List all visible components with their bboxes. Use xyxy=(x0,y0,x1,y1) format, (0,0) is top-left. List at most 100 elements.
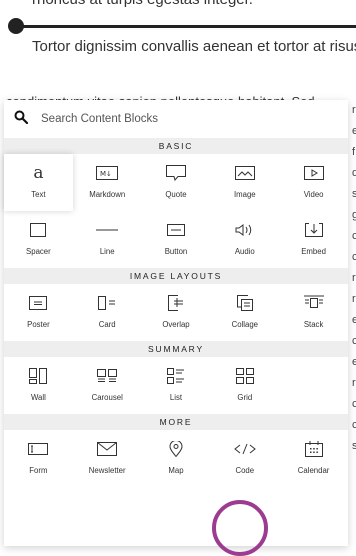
edge-char: s xyxy=(352,440,356,452)
search-input[interactable]: Search Content Blocks xyxy=(41,113,158,125)
block-button[interactable]: Button xyxy=(142,211,211,268)
block-label: Code xyxy=(235,466,255,475)
block-markdown[interactable]: M↓ Markdown xyxy=(73,154,142,211)
block-label: Overlap xyxy=(162,320,190,329)
edge-char: c xyxy=(352,335,356,347)
block-label: Button xyxy=(164,247,188,256)
edge-char: e xyxy=(352,125,356,137)
edge-char: r xyxy=(352,377,356,389)
block-label: Audio xyxy=(234,247,255,256)
list-icon xyxy=(166,368,185,384)
edge-char: e xyxy=(352,314,356,326)
block-label: Stack xyxy=(303,320,324,329)
block-label: Newsletter xyxy=(88,466,126,475)
basic-blocks-grid: a Text M↓ Markdown Quote Image Video Spa… xyxy=(4,154,348,268)
image-layouts-grid: Poster Card Overlap Collage Stack xyxy=(4,284,348,341)
block-text[interactable]: a Text xyxy=(4,154,73,211)
block-label: Wall xyxy=(30,393,46,402)
block-form[interactable]: Form xyxy=(4,430,73,487)
block-label: List xyxy=(169,393,183,402)
search-icon xyxy=(14,110,29,129)
video-icon xyxy=(303,165,324,181)
block-quote[interactable]: Quote xyxy=(142,154,211,211)
block-label: Quote xyxy=(165,190,187,199)
block-label: Poster xyxy=(27,320,50,329)
edge-char: r xyxy=(352,272,356,284)
block-code[interactable]: Code xyxy=(210,430,279,487)
more-grid: Form Newsletter Map Code Calendar xyxy=(4,430,348,487)
edge-char: c xyxy=(352,398,356,410)
svg-text:M↓: M↓ xyxy=(100,170,112,178)
block-label: Embed xyxy=(301,247,326,256)
block-list[interactable]: List xyxy=(142,357,211,414)
poster-icon xyxy=(29,295,48,311)
section-header-basic: BASIC xyxy=(4,138,348,154)
edge-char: c xyxy=(352,251,356,263)
map-pin-icon xyxy=(169,441,183,457)
block-calendar[interactable]: Calendar xyxy=(279,430,348,487)
card-icon xyxy=(98,295,116,311)
block-collage[interactable]: Collage xyxy=(210,284,279,341)
audio-icon xyxy=(235,222,255,238)
calendar-icon xyxy=(304,441,323,457)
background-text-line: Tortor dignissim convallis aenean et tor… xyxy=(32,38,356,55)
block-label: Image xyxy=(233,190,256,199)
section-header-more: MORE xyxy=(4,414,348,430)
line-icon xyxy=(96,222,119,238)
image-icon xyxy=(234,165,255,181)
button-icon xyxy=(166,222,185,238)
block-label: Markdown xyxy=(89,190,126,199)
block-wall[interactable]: Wall xyxy=(4,357,73,414)
timeline-bar xyxy=(14,25,356,28)
block-card[interactable]: Card xyxy=(73,284,142,341)
block-spacer[interactable]: Spacer xyxy=(4,211,73,268)
edge-char: r xyxy=(352,104,356,116)
block-label: Form xyxy=(29,466,48,475)
block-video[interactable]: Video xyxy=(279,154,348,211)
block-label: Card xyxy=(98,320,116,329)
carousel-icon xyxy=(97,368,118,384)
embed-icon xyxy=(304,222,323,238)
edge-char: f xyxy=(352,146,356,158)
search-bar[interactable]: Search Content Blocks xyxy=(4,100,348,138)
block-stack[interactable]: Stack xyxy=(279,284,348,341)
edge-char: e xyxy=(352,356,356,368)
background-text-line: rhoncus at turpis egestas integer. xyxy=(32,0,253,8)
block-image[interactable]: Image xyxy=(210,154,279,211)
block-audio[interactable]: Audio xyxy=(210,211,279,268)
summary-grid: Wall Carousel List Grid xyxy=(4,357,348,414)
block-label: Calendar xyxy=(297,466,330,475)
edge-char: c xyxy=(352,230,356,242)
newsletter-icon xyxy=(97,441,118,457)
section-header-summary: SUMMARY xyxy=(4,341,348,357)
block-label: Carousel xyxy=(91,393,123,402)
stack-icon xyxy=(303,295,324,311)
content-block-picker: Search Content Blocks BASIC a Text M↓ Ma… xyxy=(4,100,348,546)
collage-icon xyxy=(236,295,253,311)
text-a-icon: a xyxy=(33,163,44,183)
overlap-icon xyxy=(167,295,184,311)
block-map[interactable]: Map xyxy=(142,430,211,487)
quote-icon xyxy=(165,165,186,181)
section-header-image-layouts: IMAGE LAYOUTS xyxy=(4,268,348,284)
block-grid[interactable]: Grid xyxy=(210,357,279,414)
spacer-icon xyxy=(30,222,47,238)
block-label: Line xyxy=(99,247,115,256)
block-overlap[interactable]: Overlap xyxy=(142,284,211,341)
background-text-edge: r e f d s g c c r r e c e r c c s xyxy=(352,100,356,457)
edge-char: r xyxy=(352,293,356,305)
wall-icon xyxy=(29,368,48,384)
block-embed[interactable]: Embed xyxy=(279,211,348,268)
block-label: Spacer xyxy=(26,247,51,256)
block-label: Collage xyxy=(231,320,259,329)
code-icon xyxy=(233,441,256,457)
form-icon xyxy=(28,441,49,457)
markdown-icon: M↓ xyxy=(96,165,119,181)
block-poster[interactable]: Poster xyxy=(4,284,73,341)
edge-char: s xyxy=(352,188,356,200)
block-newsletter[interactable]: Newsletter xyxy=(73,430,142,487)
block-carousel[interactable]: Carousel xyxy=(73,357,142,414)
block-line[interactable]: Line xyxy=(73,211,142,268)
block-label: Video xyxy=(303,190,324,199)
block-label: Text xyxy=(31,190,46,199)
